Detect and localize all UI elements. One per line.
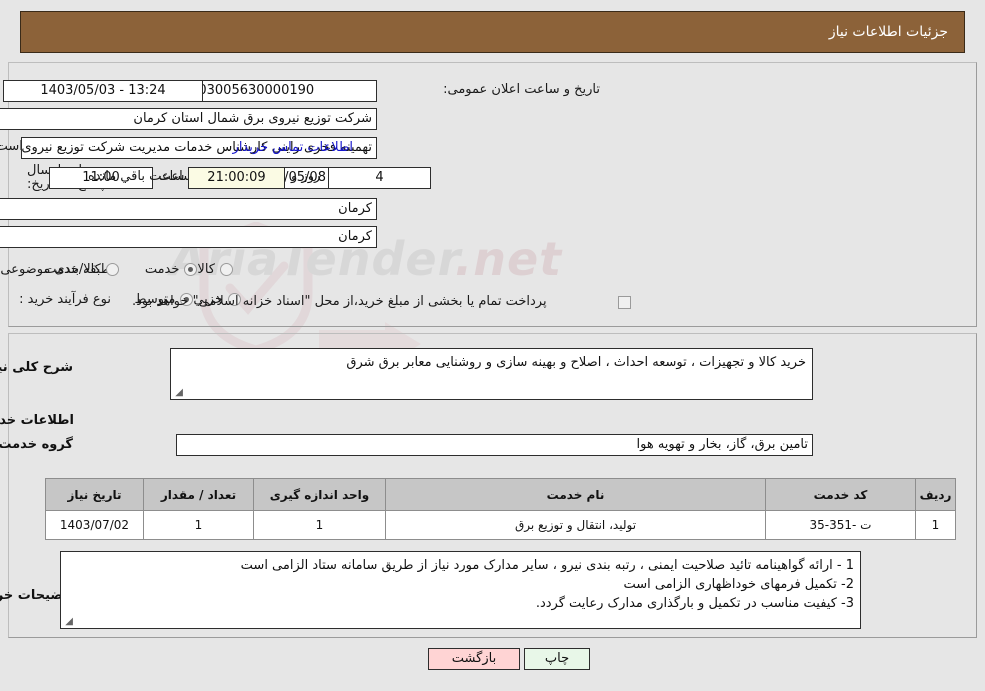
category-option-khedmat[interactable]: خدمت — [145, 262, 198, 277]
category-radio-group: کالا خدمت کالا/خدمت — [18, 262, 233, 277]
buyer-note-line-2: 2- تکمیل فرمهای خوداظهاری الزامی است — [623, 577, 854, 592]
page-title-bar: جزئیات اطلاعات نیاز — [20, 11, 965, 53]
services-table: ردیف کد خدمت نام خدمت واحد اندازه گیری ت… — [45, 478, 956, 540]
purchase-process-label-wrap: نوع فرآیند خرید : — [19, 292, 111, 307]
buyer-notes-textarea[interactable]: 1 - ارائه گواهینامه تائید صلاحیت ایمنی ،… — [60, 551, 861, 629]
need-summary-label: شرح کلی نیاز: — [0, 360, 73, 375]
announce-datetime-label-wrap: تاریخ و ساعت اعلان عمومی: — [443, 82, 600, 97]
resize-grip-icon[interactable]: ◢ — [63, 617, 73, 627]
deadline-remaining-label: ساعت باقي مانده — [88, 169, 185, 184]
purchase-process-label: نوع فرآیند خرید : — [19, 292, 111, 307]
buyer-org-field[interactable]: شرکت توزیع نیروی برق شمال استان کرمان — [0, 108, 377, 130]
treasury-bond-note: پرداخت تمام یا بخشی از مبلغ خرید،از محل … — [132, 294, 547, 309]
radio-khedmat-icon[interactable] — [184, 263, 198, 276]
deadline-countdown-field: 21:00:09 — [188, 167, 285, 189]
cell-quantity: 1 — [143, 510, 254, 540]
radio-kala-icon[interactable] — [220, 263, 233, 276]
th-unit: واحد اندازه گیری — [253, 478, 386, 511]
deadline-days-label: روز و — [291, 169, 321, 184]
treasury-bond-checkbox[interactable] — [618, 296, 631, 309]
category-option-kala-khedmat-label: کالا/خدمت — [44, 262, 101, 277]
province-field[interactable]: کرمان — [0, 198, 377, 220]
th-service-code: کد خدمت — [765, 478, 916, 511]
need-summary-textarea[interactable]: خرید کالا و تجهیزات ، توسعه احداث ، اصلا… — [170, 348, 813, 400]
buyer-note-line-1: 1 - ارائه گواهینامه تائید صلاحیت ایمنی ،… — [240, 558, 854, 573]
th-service-name: نام خدمت — [385, 478, 766, 511]
cell-unit: 1 — [253, 510, 386, 540]
city-field[interactable]: کرمان — [0, 226, 377, 248]
buyer-contact-link[interactable]: اطلاعات تماس خریدار — [233, 140, 353, 155]
resize-grip-icon[interactable]: ◢ — [173, 388, 183, 398]
table-row[interactable]: 1 ت -351-35 تولید، انتقال و توزیع برق 1 … — [45, 510, 956, 540]
radio-kala-khedmat-icon[interactable] — [105, 263, 119, 276]
cell-service-name: تولید، انتقال و توزیع برق — [385, 510, 766, 540]
back-button[interactable]: بازگشت — [428, 648, 520, 670]
buyer-note-line-3: 3- کیفیت مناسب در تکمیل و بارگذاری مدارک… — [535, 596, 854, 611]
cell-row: 1 — [915, 510, 956, 540]
service-group-label: گروه خدمت: — [0, 437, 73, 452]
services-section-heading: اطلاعات خدمات مورد نیاز — [0, 413, 74, 428]
print-button[interactable]: چاپ — [524, 648, 590, 670]
need-details-page: AriaTender.net جزئیات اطلاعات نیاز شماره… — [0, 0, 985, 691]
category-option-kala-khedmat[interactable]: کالا/خدمت — [44, 262, 119, 277]
category-option-kala[interactable]: کالا — [197, 262, 233, 277]
th-need-date: تاریخ نیاز — [45, 478, 144, 511]
announce-datetime-field[interactable]: 13:24 - 1403/05/03 — [3, 80, 203, 102]
category-option-kala-label: کالا — [197, 262, 215, 277]
cell-service-code: ت -351-35 — [765, 510, 916, 540]
service-group-field[interactable]: تامین برق، گاز، بخار و تهویه هوا — [176, 434, 813, 456]
need-summary-text: خرید کالا و تجهیزات ، توسعه احداث ، اصلا… — [346, 355, 806, 370]
announce-datetime-label: تاریخ و ساعت اعلان عمومی: — [443, 82, 600, 97]
services-table-wrap: ردیف کد خدمت نام خدمت واحد اندازه گیری ت… — [45, 478, 956, 540]
deadline-days-field[interactable]: 4 — [328, 167, 431, 189]
th-row: ردیف — [915, 478, 956, 511]
cell-need-date: 1403/07/02 — [45, 510, 144, 540]
th-quantity: تعداد / مقدار — [143, 478, 254, 511]
page-title: جزئیات اطلاعات نیاز — [828, 24, 948, 40]
table-header-row: ردیف کد خدمت نام خدمت واحد اندازه گیری ت… — [45, 478, 956, 511]
category-option-khedmat-label: خدمت — [144, 262, 180, 277]
